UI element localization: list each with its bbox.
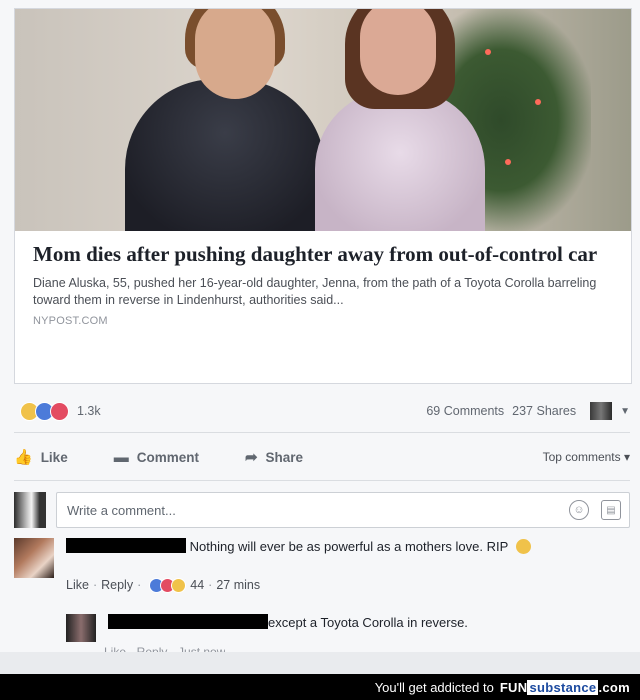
reply-meta-cropped: Like · Reply · Just now [104, 645, 226, 652]
comment-composer: ☺ ▤ [14, 490, 630, 530]
sticker-icon[interactable]: ▤ [601, 500, 621, 520]
commenter-avatar[interactable] [14, 538, 54, 578]
redacted-name [108, 614, 268, 629]
user-avatar[interactable] [14, 492, 46, 528]
reaction-count[interactable]: 1.3k [77, 404, 101, 418]
woman-left-head [195, 9, 275, 99]
comment-like-link[interactable]: Like [66, 576, 89, 594]
woman-right-head [360, 9, 436, 95]
post-card: Mom dies after pushing daughter away fro… [0, 0, 640, 652]
comment-count[interactable]: 69 Comments [426, 404, 504, 418]
thumbs-up-icon: 👍 [14, 449, 33, 466]
action-bar: 👍 Like ▬ Comment ➦ Share Top comments ▾ [14, 442, 630, 472]
reply-text: except a Toyota Corolla in reverse. [268, 615, 468, 630]
reply-comment: except a Toyota Corolla in reverse. [14, 614, 630, 642]
sad-emoji-icon [515, 539, 531, 554]
comment-button[interactable]: ▬ Comment [114, 449, 199, 466]
redacted-name [66, 538, 186, 553]
link-preview[interactable]: Mom dies after pushing daughter away fro… [14, 8, 632, 384]
comment-input[interactable] [65, 501, 559, 519]
comment-body: Nothing will ever be as powerful as a mo… [66, 538, 531, 594]
footer-brand[interactable]: FUN substance .com [500, 679, 630, 695]
article-description: Diane Aluska, 55, pushed her 16-year-old… [33, 276, 597, 307]
woman-right-figure [315, 89, 485, 231]
share-count[interactable]: 237 Shares [512, 404, 576, 418]
share-button[interactable]: ➦ Share [245, 448, 303, 466]
divider [14, 432, 630, 433]
speech-bubble-icon: ▬ [113, 448, 129, 466]
reaction-stats: 1.3k 69 Comments 237 Shares ▼ [14, 396, 630, 426]
preview-text: Mom dies after pushing daughter away fro… [33, 241, 623, 327]
viewer-avatar[interactable] [590, 402, 613, 420]
caret-down-icon[interactable]: ▼ [620, 406, 630, 417]
footer-tagline: You'll get addicted to [374, 679, 494, 695]
comment-reactions[interactable] [149, 577, 187, 593]
article-headline[interactable]: Mom dies after pushing daughter away fro… [33, 241, 623, 267]
replier-avatar[interactable] [66, 614, 96, 642]
comment-timestamp[interactable]: 27 mins [216, 576, 260, 594]
comment-box[interactable]: ☺ ▤ [56, 492, 630, 528]
top-comments-dropdown[interactable]: Top comments ▾ [543, 450, 630, 464]
like-button[interactable]: 👍 Like [14, 448, 68, 466]
woman-left-figure [125, 79, 325, 231]
reaction-icons[interactable] [20, 401, 69, 421]
comment-meta: Like · Reply · 44 · 27 mins [66, 576, 261, 594]
divider [14, 480, 630, 481]
article-photo[interactable] [15, 9, 631, 231]
comment: Nothing will ever be as powerful as a mo… [14, 538, 630, 594]
comment-reaction-count: 44 [190, 578, 205, 592]
comment-reply-link[interactable]: Reply [101, 576, 133, 594]
share-arrow-icon: ➦ [244, 449, 258, 466]
emoji-icon[interactable]: ☺ [569, 500, 589, 520]
share-label: Share [265, 449, 304, 465]
article-domain: NYPOST.COM [33, 315, 108, 327]
like-label: Like [40, 449, 68, 465]
watermark-footer: You'll get addicted to FUN substance .com [0, 674, 640, 700]
comment-label: Comment [136, 449, 199, 465]
reply-body: except a Toyota Corolla in reverse. [108, 614, 468, 642]
love-reaction-icon [50, 401, 69, 421]
sad-reaction-icon [171, 577, 187, 593]
comment-text: Nothing will ever be as powerful as a mo… [189, 539, 509, 554]
